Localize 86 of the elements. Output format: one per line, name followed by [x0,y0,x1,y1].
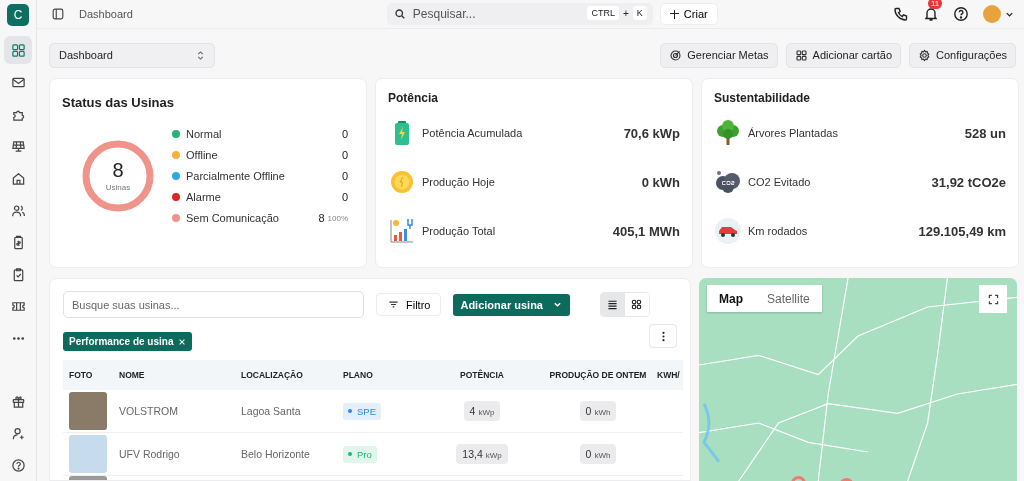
status-count: 0 [341,170,348,182]
metric-label: Produção Hoje [422,176,495,188]
photo-placeholder [69,435,107,473]
co2-icon [714,168,742,196]
production-value: 0 kWh [579,401,617,421]
table-cell-text: Belo Horizonte [241,448,311,460]
tree-icon [714,119,742,147]
table-cell-text: VOLSTROM [119,405,179,417]
status-count: 0 [341,128,348,140]
dashboard-select[interactable]: Dashboard [49,42,215,68]
fullscreen-icon [986,292,1000,306]
chevron-down-icon [553,300,562,309]
breadcrumb[interactable]: Dashboard [79,8,133,20]
status-label: Offline [186,149,218,161]
shortcut-separator: + [622,7,629,19]
create-button[interactable]: Criar [659,3,718,25]
power-value: 13,4 kWp [456,444,508,464]
grid-icon [630,298,644,311]
card-title: Potência [388,91,439,105]
plan-tag: SPE [343,402,381,420]
metric-label: CO2 Evitado [748,176,811,188]
column-header: PRODUÇÃO DE ONTEM [548,370,648,380]
column-header: NOME [119,370,146,380]
card-title: Status das Usinas [62,95,175,110]
status-label: Parcialmente Offline [186,170,285,182]
notification-bell-icon[interactable] [923,6,939,22]
filter-icon [387,298,400,311]
total-count: 8 [112,160,124,180]
metric-label: Km rodados [748,225,808,237]
metric-value: 528 un [964,125,1006,141]
total-label: Usinas [105,183,131,192]
metric-value: 70,6 kWp [623,125,680,141]
grid-icon [794,48,808,62]
car-icon [714,217,742,245]
plant-search-field[interactable]: Busque suas usinas... [63,291,364,318]
search-icon [393,8,406,20]
metric-value: 0 kWh [641,174,680,190]
close-icon[interactable] [178,337,187,346]
status-count: 0 [341,191,348,203]
add-plant-button[interactable]: Adicionar usina [453,293,570,316]
power-value: 4 kWp [463,401,501,421]
gear-icon [918,48,932,62]
column-header: KWH/ [656,370,681,380]
status-percent: 100% [327,213,348,223]
map-type-tab[interactable]: Map [707,285,755,312]
filter-button[interactable]: Filtro [376,293,442,316]
metric-label: Produção Total [422,225,496,237]
metric-value: 31,92 tCO2e [931,174,1006,190]
list-icon [606,298,620,311]
column-header: FOTO [68,370,94,380]
filter-chip[interactable]: Performance de usina [63,332,193,351]
fullscreen-button[interactable] [979,285,1007,313]
column-header: PLANO [343,370,374,380]
list-view-button[interactable] [601,293,625,316]
table-cell-text: Lagoa Santa [241,405,302,417]
settings-button[interactable]: Configurações [909,42,1016,68]
phone-icon[interactable] [893,6,909,22]
metric-label: Árvores Plantadas [748,127,838,139]
map-type-tab[interactable]: Satellite [755,285,822,312]
plan-tag: Pro [343,445,377,463]
production-value: 0 kWh [579,444,617,464]
status-count: 0 [341,149,348,161]
notification-count: 11 [928,0,943,9]
sidebar-grid-icon[interactable] [4,36,32,64]
target-icon [669,48,683,62]
metric-value: 405,1 MWh [612,223,680,239]
status-label: Normal [186,128,222,140]
photo-placeholder [69,392,107,430]
metric-label: Potência Acumulada [422,127,523,139]
column-header: LOCALIZAÇÃO [241,370,304,380]
help-icon[interactable] [953,6,969,22]
table-cell-text: UFV Rodrigo [119,448,181,460]
sort-arrows-icon [196,49,205,61]
goals-button[interactable]: Gerenciar Metas [660,42,778,68]
status-count: 8 [318,212,325,224]
add-card-button[interactable]: Adicionar cartão [785,42,902,68]
metric-value: 129.105,49 km [918,223,1006,239]
app-logo[interactable]: C [7,4,29,26]
column-header: POTÊNCIA [459,370,505,380]
keyboard-key: CTRL [587,6,619,20]
status-label: Alarme [186,191,221,203]
card-title: Sustentabilidade [714,91,812,105]
sun-icon [388,168,416,196]
sidebar-toggle-icon[interactable] [51,7,65,21]
status-label: Sem Comunicação [186,212,279,224]
chart-icon [388,217,416,245]
